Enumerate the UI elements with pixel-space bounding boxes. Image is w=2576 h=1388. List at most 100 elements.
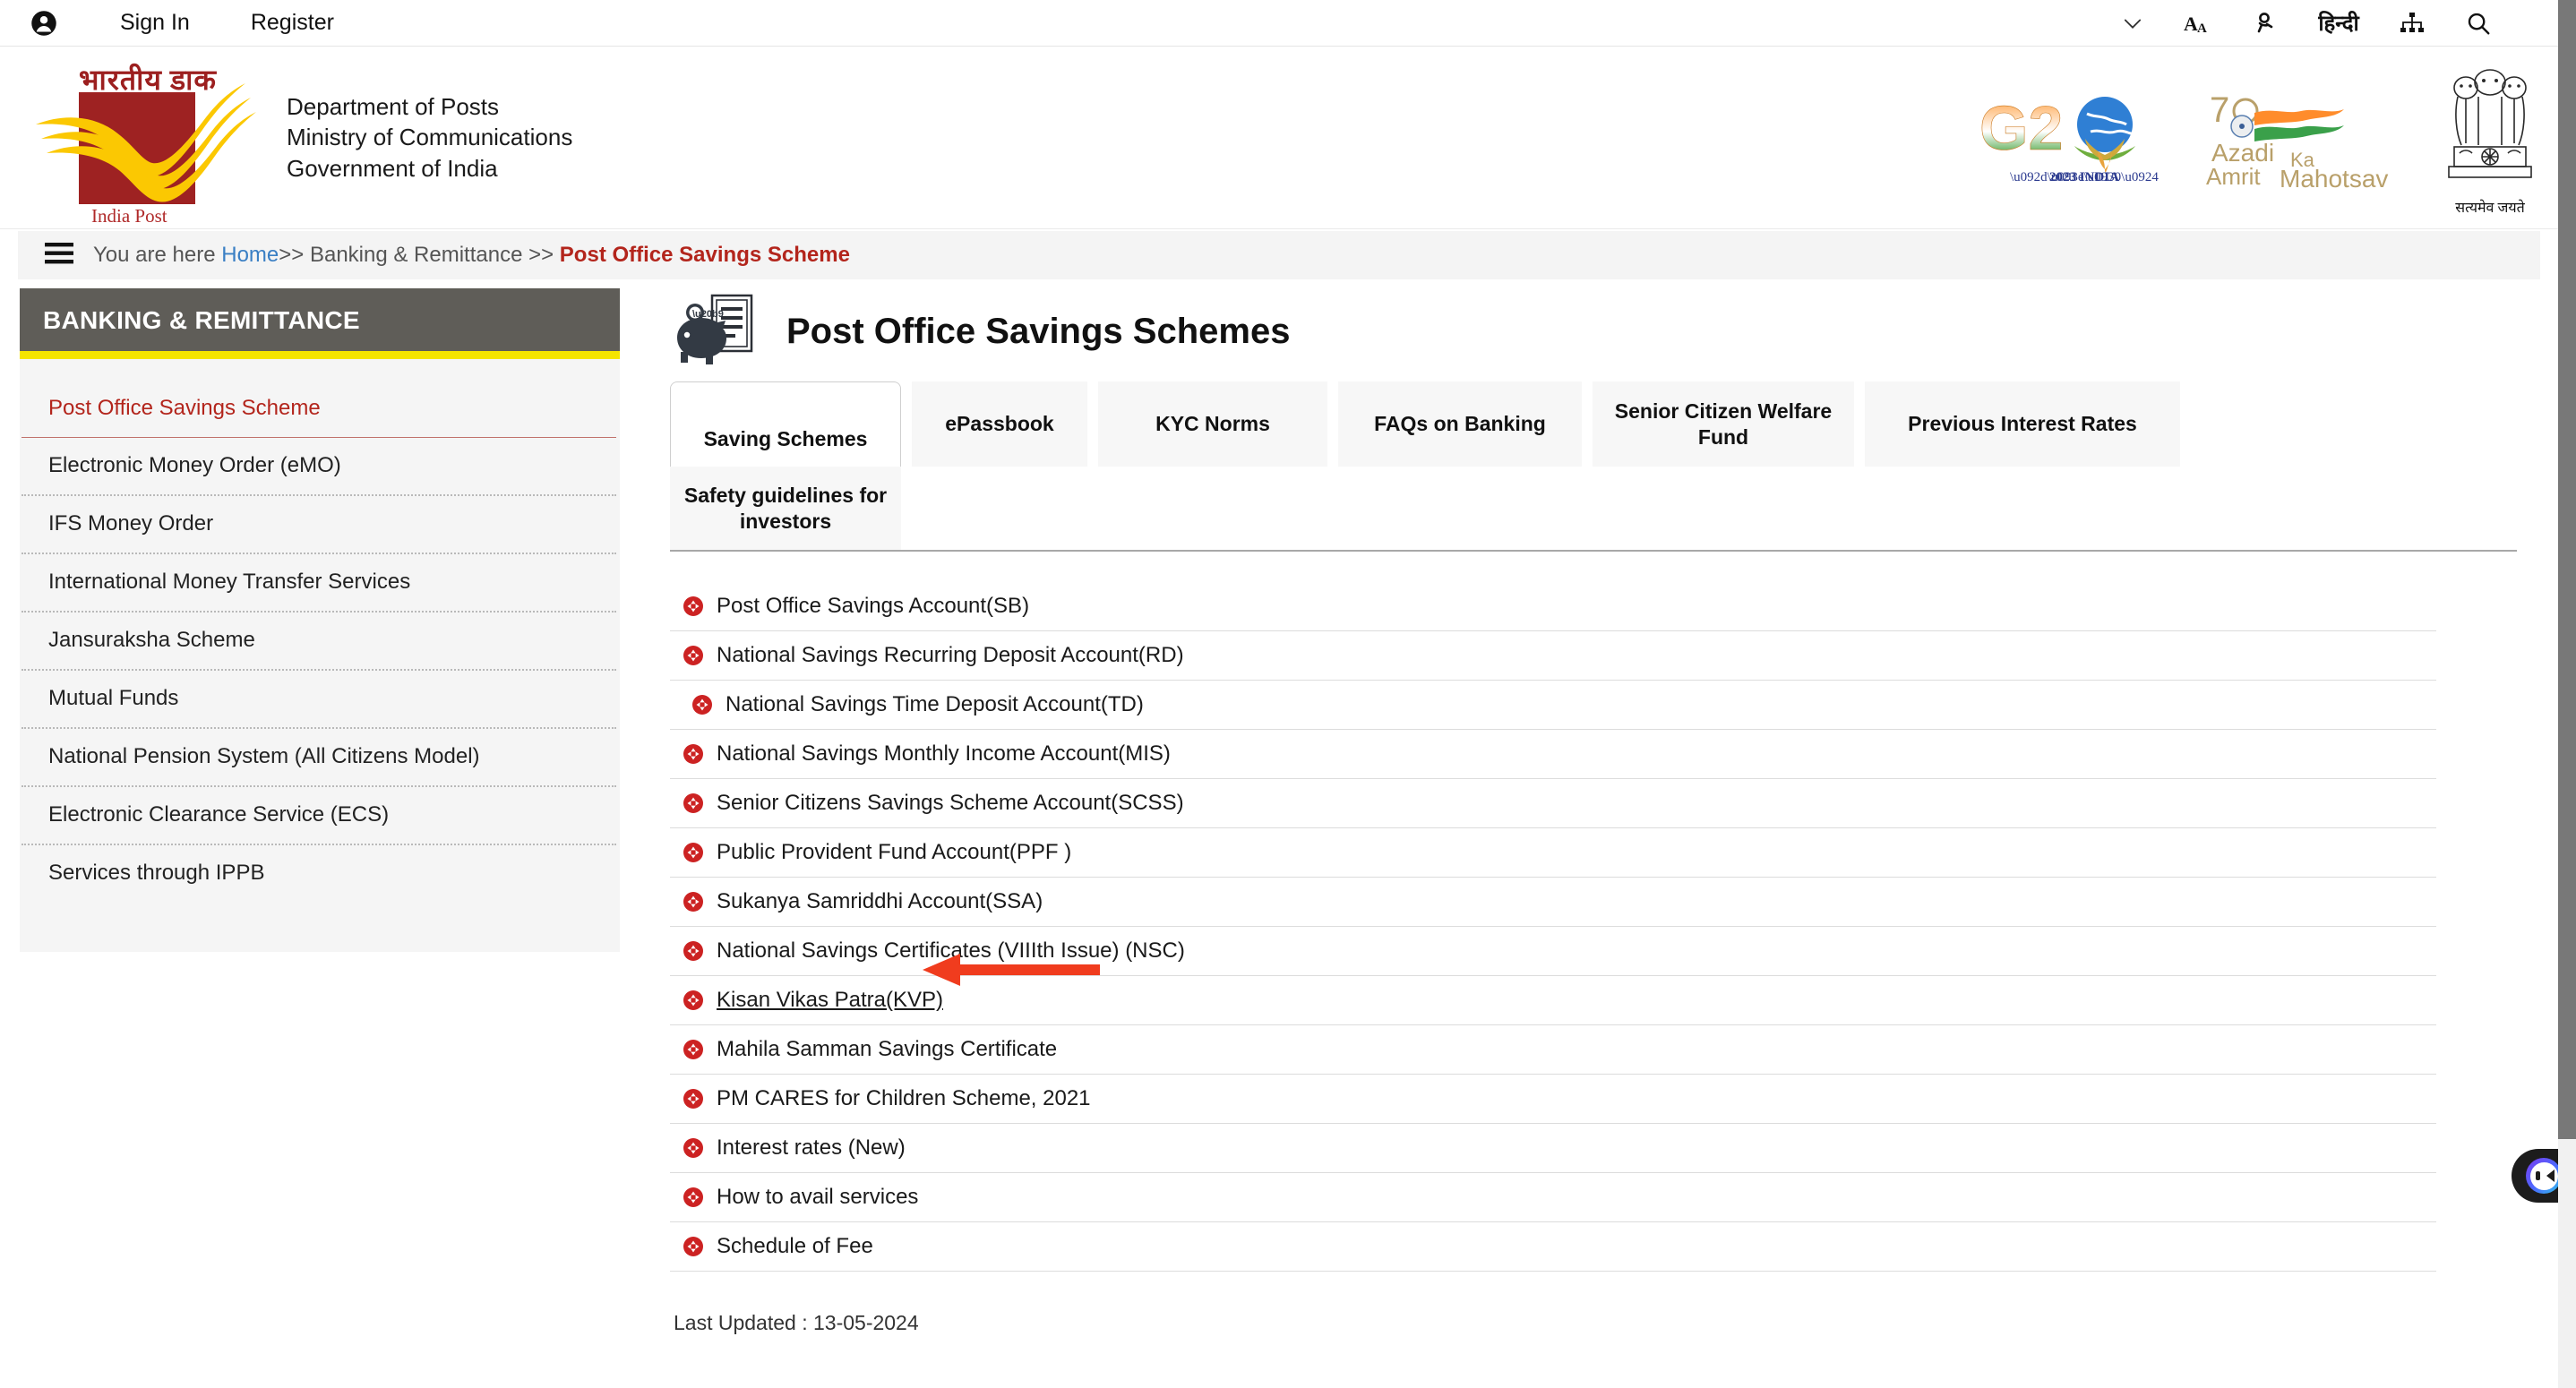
scheme-row-public-provident-fund[interactable]: Public Provident Fund Account(PPF )	[670, 828, 2436, 878]
topbar-left-group: Sign In Register	[0, 10, 334, 37]
sidebar-item-electronic-clearance-service[interactable]: Electronic Clearance Service (ECS)	[20, 787, 620, 844]
org-line-2: Ministry of Communications	[287, 124, 573, 151]
breadcrumb-home-link[interactable]: Home	[221, 243, 279, 267]
scheme-row-schedule-of-fee[interactable]: Schedule of Fee	[670, 1222, 2436, 1272]
azadi-ka-amrit-mahotsav-logo: 7 Azadi Ka Amrit Mahotsav Azadi	[2204, 86, 2406, 193]
tab-saving-schemes[interactable]: Saving Schemes	[670, 381, 901, 467]
svg-text:A: A	[2184, 13, 2198, 35]
sidebar-menu: Post Office Savings Scheme Electronic Mo…	[20, 359, 620, 952]
topbar-right-group: AA हिन्दी	[2099, 3, 2558, 44]
org-line-3: Government of India	[287, 154, 498, 182]
tab-bar: Saving Schemes ePassbook KYC Norms FAQs …	[670, 381, 2237, 467]
scheme-row-sukanya-samriddhi-account[interactable]: Sukanya Samriddhi Account(SSA)	[670, 878, 2436, 927]
g20-logo: G2 \u092d\u093e\u0930\u0924 2023 INDIA G…	[1972, 85, 2174, 193]
scheme-label: Public Provident Fund Account(PPF )	[717, 840, 1072, 864]
chat-avatar-face	[2529, 1161, 2558, 1190]
search-icon[interactable]	[2445, 3, 2512, 44]
scheme-label: How to avail services	[717, 1185, 919, 1209]
plus-circle-icon	[683, 940, 704, 962]
chat-avatar-eye-left	[2535, 1170, 2540, 1180]
breadcrumb-sep-1: >>	[279, 243, 310, 267]
sidebar-item-ifs-money-order[interactable]: IFS Money Order	[20, 496, 620, 553]
tab-bar-row-2: Safety guidelines for investors	[670, 467, 2237, 550]
chevron-down-icon[interactable]	[2099, 3, 2166, 44]
logo-india-post-caption: India Post	[91, 205, 167, 227]
red-arrow-annotation-icon	[923, 952, 1102, 988]
scheme-row-pm-cares-for-children[interactable]: PM CARES for Children Scheme, 2021	[670, 1075, 2436, 1124]
tab-bar-underline	[670, 550, 2517, 552]
scheme-label: National Savings Recurring Deposit Accou…	[717, 643, 1184, 667]
svg-text:A: A	[2197, 21, 2207, 36]
national-emblem-logo: सत्यमेव जयते	[2436, 63, 2544, 216]
scheme-row-national-savings-recurring-deposit[interactable]: National Savings Recurring Deposit Accou…	[670, 631, 2436, 681]
breadcrumb-current: Post Office Savings Scheme	[559, 243, 850, 267]
sidebar-accent-rule	[20, 351, 620, 359]
scheme-label: National Savings Monthly Income Account(…	[717, 741, 1171, 766]
breadcrumb-banking-link[interactable]: Banking & Remittance	[310, 243, 528, 267]
india-post-logo[interactable]: भारतीय डाक India Post Department of Post…	[27, 55, 573, 227]
tab-epassbook[interactable]: ePassbook	[912, 381, 1087, 467]
plus-circle-icon	[683, 891, 704, 912]
main-content: \u20b9 Post Office Savings Schemes Savin…	[670, 285, 2533, 1335]
breadcrumb-prefix: You are here	[93, 243, 222, 267]
sign-in-link[interactable]: Sign In	[120, 10, 190, 36]
plus-circle-icon	[683, 842, 704, 863]
svg-text:Amrit: Amrit	[2206, 163, 2261, 190]
language-hindi-toggle[interactable]: हिन्दी	[2298, 3, 2379, 44]
scheme-label: Mahila Samman Savings Certificate	[717, 1037, 1058, 1061]
page-title-row: \u20b9 Post Office Savings Schemes	[670, 285, 2533, 378]
register-link[interactable]: Register	[251, 10, 334, 36]
svg-text:G2: G2	[1979, 93, 2063, 163]
sidebar-item-post-office-savings-scheme[interactable]: Post Office Savings Scheme	[20, 375, 620, 437]
scheme-label: Post Office Savings Account(SB)	[717, 594, 1030, 618]
org-line-1: Department of Posts	[287, 93, 499, 121]
india-post-logo-mark: भारतीय डाक India Post	[27, 55, 287, 227]
svg-text:7: 7	[2210, 90, 2229, 130]
sidebar-item-mutual-funds[interactable]: Mutual Funds	[20, 671, 620, 727]
scheme-label: Kisan Vikas Patra(KVP)	[717, 988, 943, 1012]
scheme-label: PM CARES for Children Scheme, 2021	[717, 1086, 1091, 1110]
tab-previous-interest-rates[interactable]: Previous Interest Rates	[1865, 381, 2180, 467]
scheme-row-senior-citizens-savings-scheme[interactable]: Senior Citizens Savings Scheme Account(S…	[670, 779, 2436, 828]
scheme-label: Senior Citizens Savings Scheme Account(S…	[717, 791, 1184, 815]
sidebar-item-international-money-transfer[interactable]: International Money Transfer Services	[20, 554, 620, 611]
tab-kyc-norms[interactable]: KYC Norms	[1098, 381, 1327, 467]
sidebar-item-electronic-money-order[interactable]: Electronic Money Order (eMO)	[20, 438, 620, 494]
scheme-row-post-office-savings-account[interactable]: Post Office Savings Account(SB)	[670, 582, 2436, 631]
svg-text:2023 INDIA: 2023 INDIA	[2049, 170, 2119, 184]
plus-circle-icon	[683, 1236, 704, 1257]
hamburger-menu-icon[interactable]	[45, 242, 73, 270]
sidebar-item-national-pension-system[interactable]: National Pension System (All Citizens Mo…	[20, 729, 620, 785]
plus-circle-icon	[683, 1088, 704, 1110]
chat-avatar-icon	[2526, 1158, 2562, 1194]
plus-circle-icon	[683, 793, 704, 814]
site-header: भारतीय डाक India Post Department of Post…	[0, 47, 2558, 229]
scheme-row-how-to-avail-services[interactable]: How to avail services	[670, 1173, 2436, 1222]
scheme-row-national-savings-time-deposit[interactable]: National Savings Time Deposit Account(TD…	[670, 681, 2436, 730]
tab-safety-guidelines-for-investors[interactable]: Safety guidelines for investors	[670, 467, 901, 550]
plus-circle-icon	[683, 743, 704, 765]
svg-text:\u20b9: \u20b9	[692, 309, 724, 320]
scheme-label: Sukanya Samriddhi Account(SSA)	[717, 889, 1043, 913]
tab-senior-citizen-welfare-fund[interactable]: Senior Citizen Welfare Fund	[1593, 381, 1854, 467]
scheme-label: Interest rates (New)	[717, 1135, 906, 1160]
plus-circle-icon	[683, 645, 704, 666]
scheme-row-interest-rates-new[interactable]: Interest rates (New)	[670, 1124, 2436, 1173]
plus-circle-icon	[683, 1137, 704, 1159]
account-circle-icon[interactable]	[30, 10, 57, 37]
sidebar-item-services-through-ippb[interactable]: Services through IPPB	[20, 845, 620, 902]
svg-text:Mahotsav: Mahotsav	[2280, 165, 2388, 192]
accessibility-icon[interactable]	[2232, 3, 2298, 44]
browser-scrollbar-track[interactable]	[2558, 0, 2576, 1388]
scheme-row-mahila-samman-savings-certificate[interactable]: Mahila Samman Savings Certificate	[670, 1025, 2436, 1075]
plus-circle-icon	[683, 990, 704, 1011]
browser-scrollbar-thumb[interactable]	[2558, 0, 2576, 1139]
plus-circle-icon	[691, 694, 713, 715]
savings-schemes-accordion: Post Office Savings Account(SB) National…	[670, 582, 2436, 1272]
sidebar-item-jansuraksha-scheme[interactable]: Jansuraksha Scheme	[20, 613, 620, 669]
tab-faqs-on-banking[interactable]: FAQs on Banking	[1338, 381, 1582, 467]
scheme-label: Schedule of Fee	[717, 1234, 873, 1258]
scheme-row-national-savings-monthly-income[interactable]: National Savings Monthly Income Account(…	[670, 730, 2436, 779]
font-size-icon[interactable]: AA	[2166, 3, 2232, 44]
sitemap-icon[interactable]	[2379, 3, 2445, 44]
